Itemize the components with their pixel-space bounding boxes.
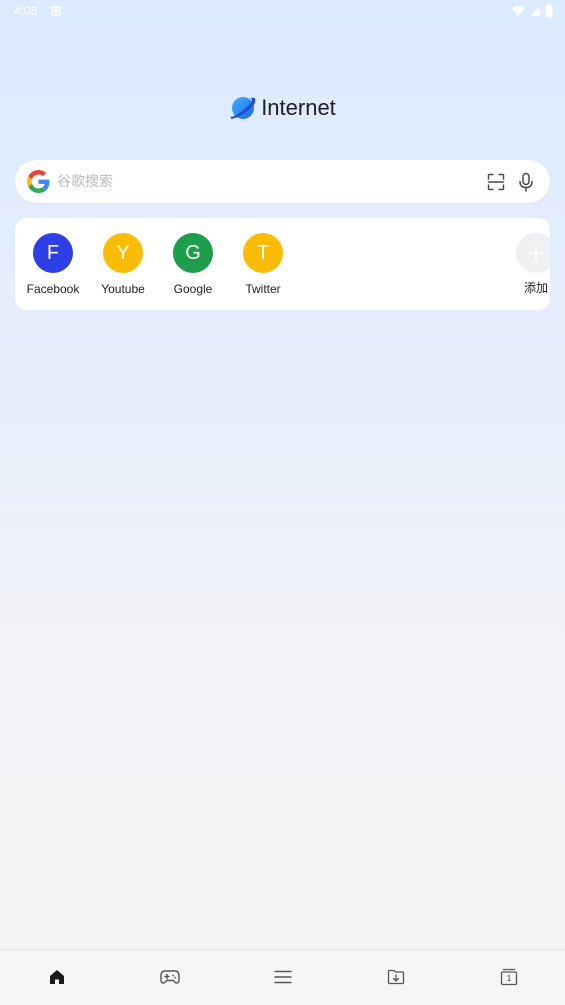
shortcut-twitter-label: Twitter: [245, 282, 281, 296]
add-shortcut-circle: [516, 233, 550, 273]
wifi-icon: [511, 6, 525, 16]
shortcut-youtube-icon: Y: [103, 233, 143, 273]
shortcut-google-icon: G: [173, 233, 213, 273]
notification-icon: [51, 6, 61, 16]
nav-games-button[interactable]: [159, 966, 181, 988]
status-time: 4:08: [14, 4, 38, 18]
shortcut-twitter-icon: T: [243, 233, 283, 273]
tabs-icon: 1: [500, 968, 518, 986]
shortcut-youtube[interactable]: Y Youtube: [88, 233, 158, 296]
bottom-nav: 1: [0, 949, 565, 1005]
add-shortcut-label: 添加: [524, 281, 549, 295]
home-icon: [50, 970, 64, 984]
brand-header: Internet: [0, 94, 565, 122]
plus-icon: [528, 245, 544, 261]
signal-icon: [530, 6, 540, 16]
shortcut-twitter[interactable]: T Twitter: [228, 233, 298, 296]
google-g-icon[interactable]: [27, 170, 50, 193]
shortcut-facebook-icon: F: [33, 233, 73, 273]
nav-tabs-button[interactable]: 1: [498, 966, 520, 988]
battery-icon: [545, 4, 553, 18]
gamepad-icon: [160, 970, 180, 984]
shortcut-google-label: Google: [173, 282, 213, 296]
shortcut-youtube-label: Youtube: [101, 282, 145, 296]
shortcuts-panel: F Facebook Y Youtube G Google T Twitter …: [15, 218, 550, 310]
search-input[interactable]: [57, 166, 437, 197]
download-folder-icon: [387, 969, 405, 985]
microphone-icon[interactable]: [517, 172, 535, 192]
scan-icon[interactable]: [487, 173, 505, 191]
add-shortcut-button[interactable]: 添加: [514, 233, 550, 296]
menu-icon: [274, 970, 292, 984]
planet-icon: [230, 97, 256, 119]
nav-menu-button[interactable]: [272, 966, 294, 988]
nav-home-button[interactable]: [46, 966, 68, 988]
search-bar[interactable]: [15, 160, 550, 203]
status-icons: [511, 4, 553, 18]
shortcut-facebook[interactable]: F Facebook: [18, 233, 88, 296]
status-bar: 4:08: [0, 0, 565, 24]
shortcut-facebook-label: Facebook: [26, 282, 80, 296]
nav-downloads-button[interactable]: [385, 966, 407, 988]
brand-name: Internet: [261, 95, 336, 120]
shortcut-google[interactable]: G Google: [158, 233, 228, 296]
tab-count: 1: [507, 974, 512, 983]
